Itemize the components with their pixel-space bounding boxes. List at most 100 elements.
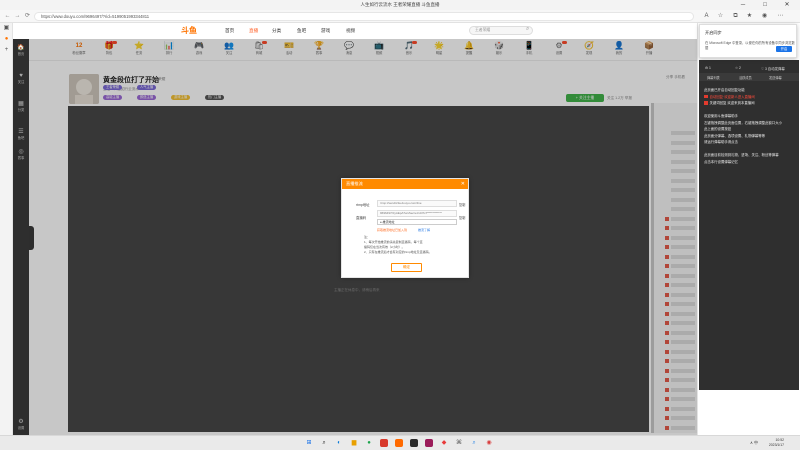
- feature-music[interactable]: 🎵 音乐: [395, 41, 423, 55]
- collections-icon[interactable]: ⧉: [731, 12, 740, 21]
- feature-fans-badge[interactable]: 12 粉丝徽章: [65, 41, 93, 55]
- chat-scrollbar[interactable]: [651, 103, 654, 433]
- feature-gift[interactable]: 🎁 背包: [95, 41, 123, 55]
- feature-me[interactable]: 👤 我的: [605, 41, 633, 55]
- left-nav-item-5[interactable]: ⚙ 设置: [13, 419, 29, 430]
- stream-code-field[interactable]: 9696497r0yAEpA?wsSecret=d37cf***********…: [377, 210, 457, 217]
- message-icon: 💬: [344, 41, 354, 50]
- push-url-select[interactable]: e-推流地址: [377, 219, 457, 225]
- feature-settings[interactable]: ⚙ 设置: [545, 41, 573, 55]
- subtab-send[interactable]: 发送弹幕: [769, 75, 782, 80]
- nav-yuba[interactable]: 鱼吧: [297, 28, 306, 34]
- left-nav-item-1[interactable]: ♥ 关注: [13, 73, 29, 84]
- left-nav-item-3[interactable]: ☰ 鱼吧: [13, 129, 29, 140]
- reload-icon[interactable]: ⟳: [23, 12, 32, 21]
- close-icon[interactable]: ✕: [461, 179, 465, 189]
- sync-enable-button[interactable]: 开启: [776, 46, 792, 52]
- new-tab-icon[interactable]: +: [0, 45, 13, 56]
- app-icon-4[interactable]: [410, 439, 418, 447]
- search-taskbar-icon[interactable]: ⌕: [320, 439, 328, 447]
- nav-game[interactable]: 游戏: [321, 28, 330, 34]
- left-nav-collapse-handle[interactable]: [29, 226, 34, 250]
- push-url-link[interactable]: 获取推流地址已加入到: [377, 228, 407, 232]
- feature-event[interactable]: 🎫 活动: [275, 41, 303, 55]
- favorites-list-icon[interactable]: ★: [745, 12, 754, 21]
- nav-video[interactable]: 视频: [346, 28, 355, 34]
- feature-notify[interactable]: 🔔 提醒: [455, 41, 483, 55]
- edge-taskbar-icon[interactable]: ◐: [335, 439, 343, 447]
- app-icon-3[interactable]: [395, 439, 403, 447]
- minimize-button[interactable]: ─: [732, 0, 754, 10]
- danmu-line: 此页面已开启自动回复功能: [704, 88, 796, 93]
- chat-message: [671, 273, 695, 278]
- gift-icon: 🎁: [104, 41, 114, 50]
- left-nav-item-0[interactable]: 🏠 首页: [13, 45, 29, 56]
- back-icon[interactable]: ←: [3, 12, 12, 21]
- chat-message: [671, 131, 695, 135]
- feature-mobile[interactable]: 📱 手机: [515, 41, 543, 55]
- app-icon-6[interactable]: ◆: [440, 439, 448, 447]
- subtab-list[interactable]: 弹幕列表: [707, 75, 720, 80]
- feature-label: 商城: [255, 51, 263, 55]
- feature-message[interactable]: 💬 消息: [335, 41, 363, 55]
- rtmp-field[interactable]: rtmp://sendtc3a.douyu.com/live: [377, 200, 457, 207]
- favorite-icon[interactable]: ☆: [716, 12, 725, 21]
- clock[interactable]: 10:52 2023/1/17: [769, 438, 784, 448]
- room-actions[interactable]: 分享 手机看: [666, 75, 685, 80]
- fun-icon: 🎲: [494, 41, 504, 50]
- nav-home[interactable]: 首页: [225, 28, 234, 34]
- forward-icon[interactable]: →: [13, 12, 22, 21]
- streamer-avatar[interactable]: [69, 74, 99, 104]
- profile-icon[interactable]: ◉: [760, 12, 769, 21]
- ok-button[interactable]: 确定: [391, 263, 422, 272]
- read-aloud-icon[interactable]: A: [702, 12, 711, 21]
- tab-douyu-icon[interactable]: ●: [0, 34, 13, 45]
- feature-rank[interactable]: 📊 排行: [155, 41, 183, 55]
- chat-user-badge: [665, 245, 669, 249]
- feature-match[interactable]: 🏆 赛事: [305, 41, 333, 55]
- explorer-icon[interactable]: ▆: [350, 439, 358, 447]
- chat-user-badge: [665, 349, 669, 354]
- url-field[interactable]: https://www.douyu.com/9696497/?rid=51990…: [34, 12, 694, 21]
- maximize-button[interactable]: □: [754, 0, 776, 10]
- app-icon-1[interactable]: ●: [365, 439, 373, 447]
- nav-live[interactable]: 直播: [249, 28, 258, 34]
- feature-broadcast[interactable]: 📦 开播: [635, 41, 663, 55]
- danmu-tab-2[interactable]: ☆ 2: [735, 66, 741, 70]
- room-tag[interactable]: 王者荣耀: [151, 77, 165, 82]
- search-input[interactable]: 王者荣耀: [469, 26, 533, 35]
- left-nav-item-2[interactable]: ▦ 分类: [13, 101, 29, 112]
- app-icon-5[interactable]: [425, 439, 433, 447]
- feature-task[interactable]: ⭐ 任务: [125, 41, 153, 55]
- danmu-line-text: 请运行弹幕助手请点击: [704, 140, 738, 144]
- danmu-tab-3[interactable]: ♡ 3 自动发弹幕: [761, 66, 785, 71]
- copy-rtmp-button[interactable]: 复制: [459, 202, 465, 207]
- nav-category[interactable]: 分类: [272, 28, 281, 34]
- follow-button[interactable]: + 关注主播: [566, 94, 604, 102]
- feature-discover[interactable]: 🧭 发现: [575, 41, 603, 55]
- feature-video[interactable]: 📺 视频: [365, 41, 393, 55]
- feature-fun[interactable]: 🎲 娱乐: [485, 41, 513, 55]
- app-icon-7[interactable]: ⌘: [455, 439, 463, 447]
- douyu-logo[interactable]: 斗鱼: [181, 25, 197, 36]
- search-icon[interactable]: ⌕: [526, 26, 529, 33]
- close-window-button[interactable]: ✕: [776, 0, 798, 10]
- app-icon-9[interactable]: ◉: [485, 439, 493, 447]
- feature-shop[interactable]: 🛍 商城: [245, 41, 273, 55]
- start-icon[interactable]: ⊞: [305, 439, 313, 447]
- subtab-members[interactable]: 活跃成员: [739, 75, 752, 80]
- feature-game[interactable]: 🎮 游戏: [185, 41, 213, 55]
- tab-actions-icon[interactable]: ▣: [0, 23, 13, 34]
- app-icon-2[interactable]: [380, 439, 388, 447]
- copy-stream-code-button[interactable]: 复制: [459, 215, 465, 220]
- more-icon[interactable]: ⋯: [776, 12, 785, 21]
- app-icon-8[interactable]: ⌕: [470, 439, 478, 447]
- feature-follow[interactable]: 👥 关注: [215, 41, 243, 55]
- feature-star[interactable]: 🌟 明星: [425, 41, 453, 55]
- push-help-link[interactable]: 推流了解: [418, 228, 430, 232]
- system-tray[interactable]: ∧ 中: [750, 440, 758, 446]
- danmu-tab-1[interactable]: ⚙ 1: [705, 66, 711, 70]
- checkbox-icon[interactable]: [704, 101, 708, 105]
- checkbox-icon[interactable]: [704, 94, 708, 99]
- left-nav-item-4[interactable]: ◎ 赛事: [13, 149, 29, 160]
